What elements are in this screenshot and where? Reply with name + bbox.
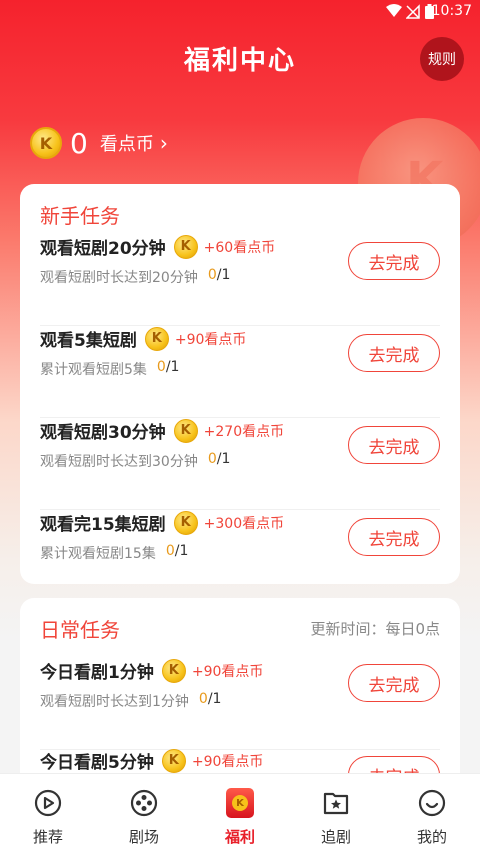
task-progress: 0/1 (156, 359, 180, 375)
tab-theater[interactable]: 剧场 (96, 774, 192, 855)
task-progress: 0/1 (207, 451, 231, 467)
task-reward: +300看点币 (203, 515, 285, 532)
task-desc: 观看短剧时长达到20分钟 (40, 270, 198, 286)
task-progress: 0/1 (165, 543, 189, 559)
status-bar: 10:37 (0, 0, 480, 24)
rules-button[interactable]: 规则 (420, 37, 464, 81)
update-time: 更新时间：每日0点 (310, 620, 440, 638)
coin-k-icon: K (173, 418, 198, 443)
task-item: 观看短剧20分钟 K +60看点币 观看短剧时长达到20分钟 0/1 去完成 (40, 234, 440, 326)
task-desc: 观看短剧时长达到1分钟 (40, 694, 189, 710)
coin-k-icon: K (161, 658, 186, 683)
task-item: 观看5集短剧 K +90看点币 累计观看短剧5集 0/1 去完成 (40, 326, 440, 418)
coin-k-icon: K (30, 127, 62, 159)
coin-label: 看点币 (99, 134, 154, 155)
play-circle-icon (34, 789, 62, 817)
smiley-icon (418, 789, 446, 817)
task-item: 观看完15集短剧 K +300看点币 累计观看短剧15集 0/1 去完成 (40, 510, 440, 602)
task-desc: 累计观看短剧5集 (40, 362, 147, 378)
task-name: 今日看剧5分钟 (40, 753, 154, 773)
task-name: 观看完15集短剧 (40, 515, 166, 535)
go-complete-button[interactable]: 去完成 (348, 664, 440, 702)
go-complete-button[interactable]: 去完成 (348, 242, 440, 280)
page-title: 福利中心 (183, 46, 296, 76)
task-progress: 0/1 (207, 267, 231, 283)
task-desc: 累计观看短剧15集 (40, 546, 156, 562)
coin-k-icon: K (173, 234, 198, 259)
tab-mine[interactable]: 我的 (384, 774, 480, 855)
daily-tasks-title: 日常任务 (40, 618, 120, 642)
chevron-right-icon: › (159, 131, 168, 155)
tab-following[interactable]: 追剧 (288, 774, 384, 855)
task-name: 今日看剧1分钟 (40, 663, 154, 683)
coin-k-icon: K (144, 326, 169, 351)
coin-count: 0 (70, 126, 88, 160)
task-name: 观看短剧30分钟 (40, 423, 166, 443)
wifi-icon (386, 4, 402, 17)
task-reward: +90看点币 (191, 663, 264, 680)
task-reward: +270看点币 (203, 423, 285, 440)
tab-welfare[interactable]: K 福利 (192, 774, 288, 855)
coin-k-icon: K (173, 510, 198, 535)
no-signal-icon (406, 4, 420, 19)
new-tasks-card: 新手任务 观看短剧20分钟 K +60看点币 观看短剧时长达到20分钟 0/1 … (20, 184, 460, 584)
coin-k-icon: K (161, 748, 186, 773)
go-complete-button[interactable]: 去完成 (348, 426, 440, 464)
task-item: 今日看剧1分钟 K +90看点币 观看短剧时长达到1分钟 0/1 去完成 (40, 658, 440, 750)
coin-balance[interactable]: K 0 看点币 › (30, 123, 168, 163)
welfare-coin-icon: K (226, 788, 254, 818)
task-progress: 0/1 (198, 691, 222, 707)
tab-recommend[interactable]: 推荐 (0, 774, 96, 855)
bottom-tab-bar: 推荐 剧场 K 福利 追剧 我的 (0, 773, 480, 855)
star-folder-icon (323, 792, 349, 815)
new-tasks-title: 新手任务 (40, 204, 120, 228)
task-reward: +90看点币 (191, 753, 264, 770)
go-complete-button[interactable]: 去完成 (348, 334, 440, 372)
task-item: 观看短剧30分钟 K +270看点币 观看短剧时长达到30分钟 0/1 去完成 (40, 418, 440, 510)
task-name: 观看5集短剧 (40, 331, 137, 351)
go-complete-button[interactable]: 去完成 (348, 518, 440, 556)
status-time: 10:37 (431, 3, 472, 19)
film-reel-icon (130, 789, 158, 817)
task-desc: 观看短剧时长达到30分钟 (40, 454, 198, 470)
task-reward: +60看点币 (203, 239, 276, 256)
task-name: 观看短剧20分钟 (40, 239, 166, 259)
task-reward: +90看点币 (174, 331, 247, 348)
